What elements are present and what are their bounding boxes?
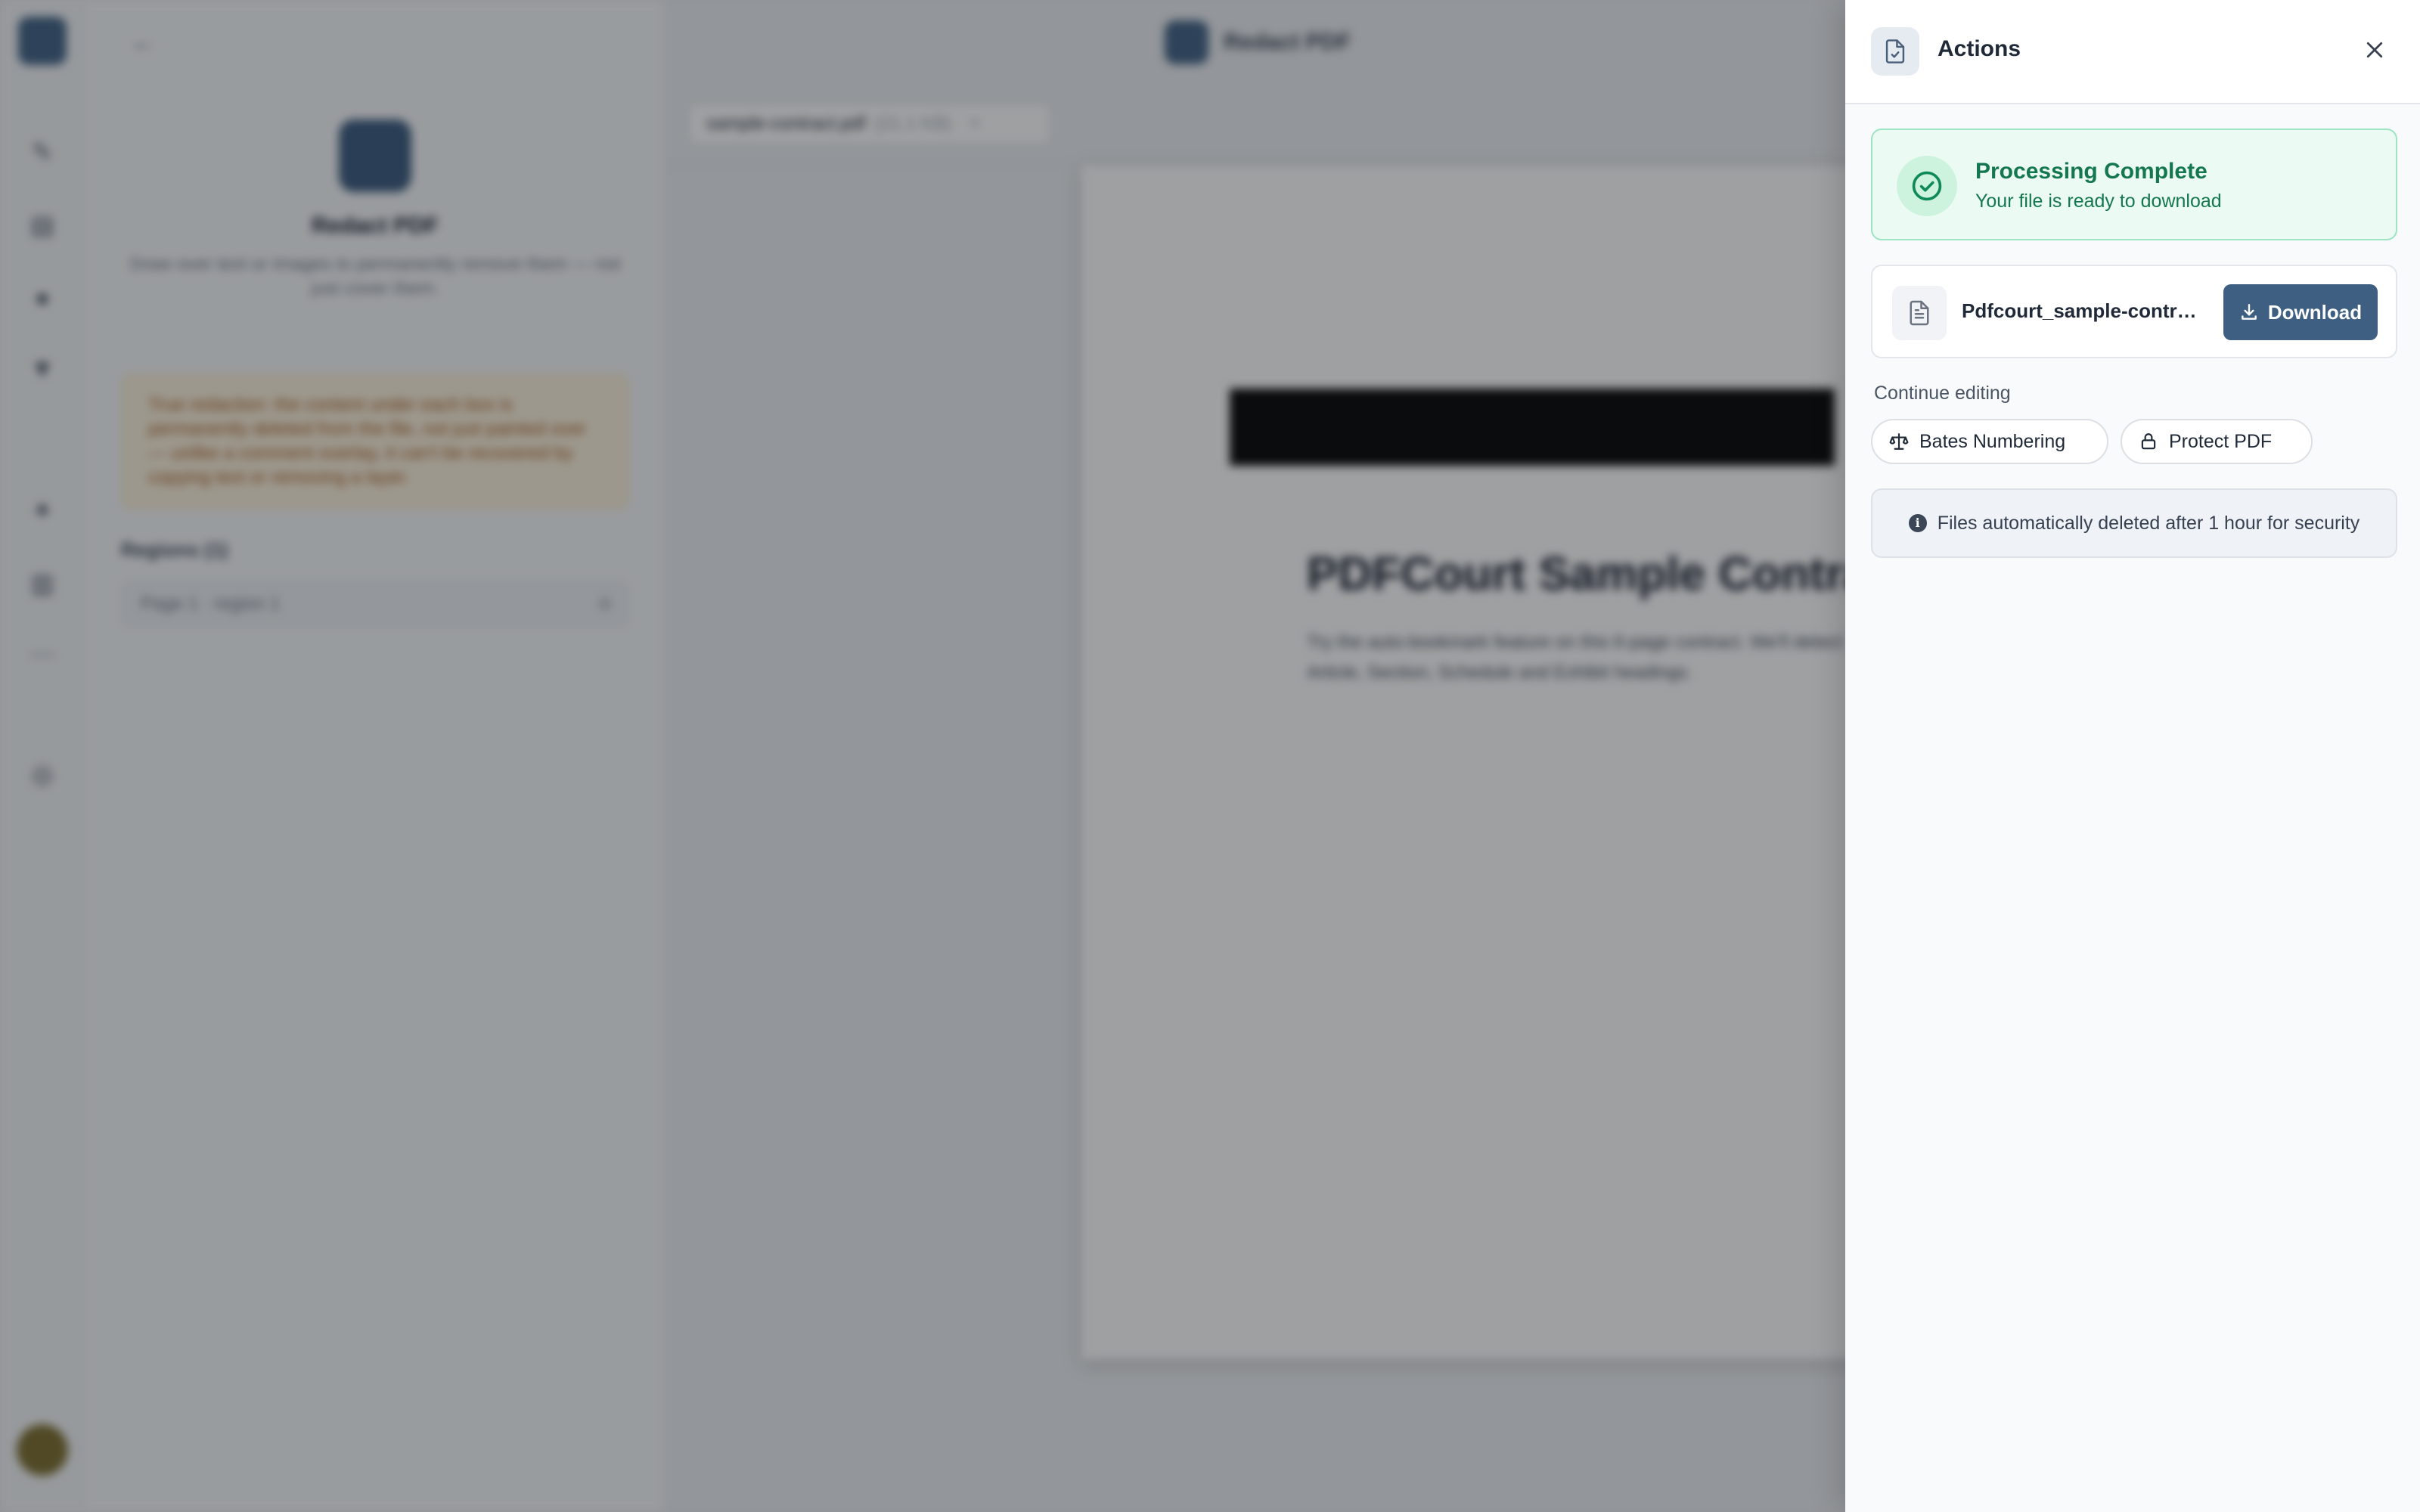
close-button[interactable] bbox=[2356, 33, 2393, 70]
actions-drawer: Actions Processing Complete Your file is… bbox=[1845, 0, 2420, 1512]
drawer-header: Actions bbox=[1845, 0, 2420, 104]
document-icon bbox=[1892, 286, 1947, 340]
output-file-card: Pdfcourt_sample-contract-redacted.pdf Do… bbox=[1871, 265, 2397, 358]
info-icon: i bbox=[1908, 514, 1927, 532]
download-button[interactable]: Download bbox=[2223, 284, 2378, 340]
lock-icon bbox=[2139, 432, 2158, 451]
output-file-name: Pdfcourt_sample-contract-redacted.pdf bbox=[1962, 299, 2205, 322]
bates-numbering-label: Bates Numbering bbox=[1919, 430, 2066, 452]
security-notice: i Files automatically deleted after 1 ho… bbox=[1871, 488, 2397, 558]
protect-pdf-button[interactable]: Protect PDF bbox=[2121, 419, 2313, 464]
check-circle-icon bbox=[1897, 156, 1957, 216]
download-icon bbox=[2239, 302, 2259, 322]
download-label: Download bbox=[2267, 300, 2363, 324]
continue-editing-label: Continue editing bbox=[1874, 383, 2011, 404]
close-icon[interactable] bbox=[2363, 39, 2386, 65]
success-title: Processing Complete bbox=[1975, 159, 2207, 184]
drawer-title: Actions bbox=[1938, 36, 2021, 61]
processing-complete-card: Processing Complete Your file is ready t… bbox=[1871, 129, 2397, 240]
bates-numbering-button[interactable]: Bates Numbering bbox=[1871, 419, 2108, 464]
scale-icon bbox=[1889, 432, 1909, 451]
protect-pdf-label: Protect PDF bbox=[2169, 430, 2273, 452]
security-notice-text: Files automatically deleted after 1 hour… bbox=[1937, 512, 2360, 534]
success-subtitle: Your file is ready to download bbox=[1975, 191, 2222, 212]
file-check-icon bbox=[1871, 27, 1919, 76]
